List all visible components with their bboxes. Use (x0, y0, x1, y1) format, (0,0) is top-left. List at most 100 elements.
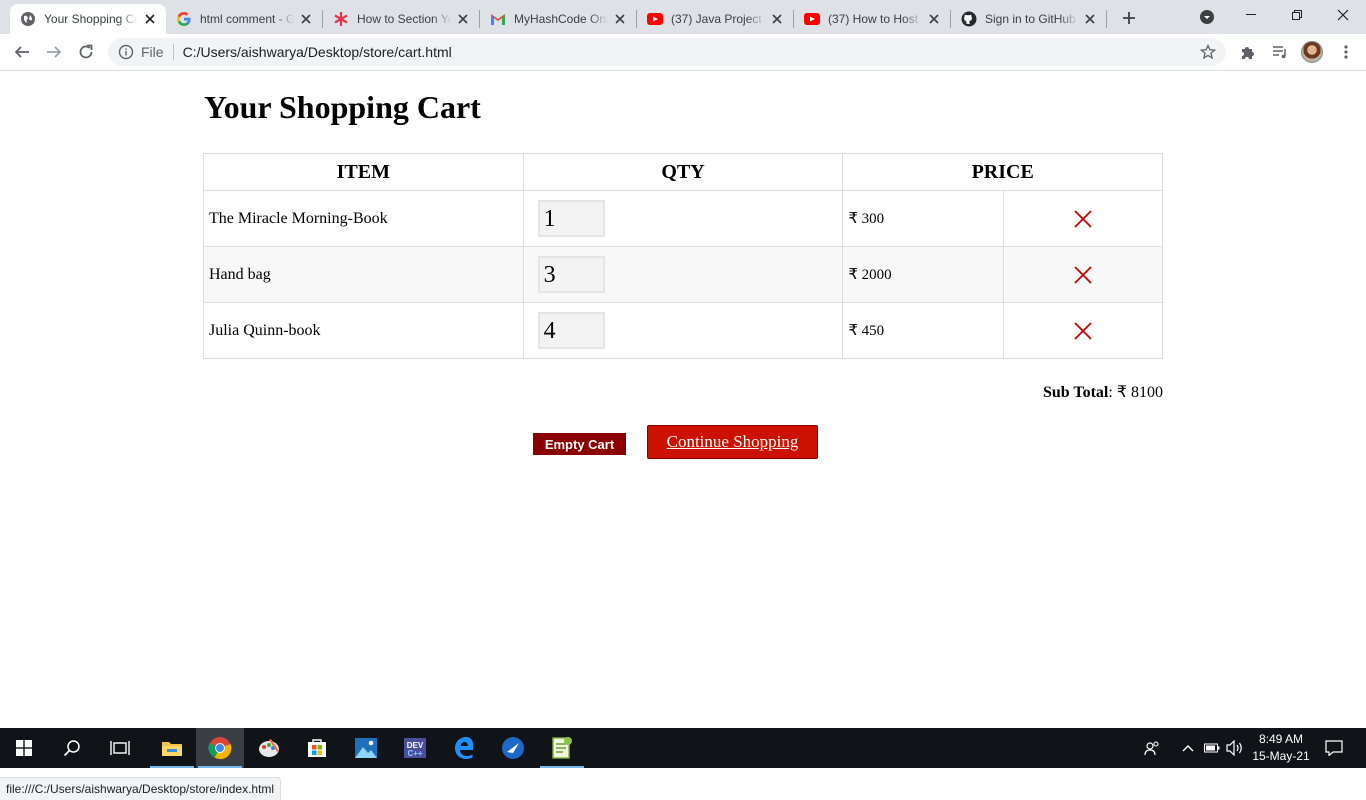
tab-search-icon (1200, 10, 1214, 24)
tab-close-icon[interactable] (455, 11, 471, 27)
tab-close-icon[interactable] (769, 11, 785, 27)
chrome-taskbar-button[interactable] (196, 728, 244, 768)
taskbar-clock[interactable]: 8:49 AM 15-May-21 (1248, 731, 1314, 765)
show-hidden-icons-button[interactable] (1178, 728, 1198, 768)
photos-taskbar-button[interactable] (342, 728, 390, 768)
chrome-menu-button[interactable] (1336, 42, 1356, 62)
forward-button[interactable] (40, 38, 68, 66)
extensions-button[interactable] (1238, 42, 1258, 62)
speaker-icon (1226, 740, 1242, 756)
tab-close-icon[interactable] (1082, 11, 1098, 27)
page-viewport: Your Shopping Cart ITEM QTY PRICE The Mi… (0, 71, 1366, 800)
store-taskbar-button[interactable] (293, 728, 341, 768)
remove-item-icon[interactable] (1073, 209, 1093, 229)
quantity-input[interactable]: 4 (537, 312, 605, 349)
restore-button[interactable] (1274, 0, 1320, 30)
item-name: Julia Quinn-book (203, 302, 524, 359)
table-row: The Miracle Morning-Book 1 ₹ 300 (203, 190, 1164, 247)
tab-close-icon[interactable] (926, 11, 942, 27)
taskbar-search-button[interactable] (48, 728, 96, 768)
bookmark-star-icon[interactable] (1200, 44, 1216, 60)
new-tab-button[interactable] (1117, 6, 1141, 30)
action-center-button[interactable] (1320, 728, 1348, 768)
devcpp-icon: DEVC++ (404, 738, 426, 758)
tab-title: How to Section Your HTML (357, 12, 451, 26)
youtube-icon (804, 11, 820, 27)
svg-text:C++: C++ (407, 749, 422, 758)
quantity-input[interactable]: 1 (537, 200, 605, 237)
empty-cart-button[interactable]: Empty Cart (533, 433, 626, 455)
playlist-icon (1273, 46, 1286, 59)
google-icon (176, 11, 192, 27)
tab-close-icon[interactable] (298, 11, 314, 27)
swift-taskbar-button[interactable] (489, 728, 537, 768)
tab-title: Your Shopping Cart (44, 12, 138, 26)
edge-taskbar-button[interactable] (440, 728, 488, 768)
tab-title: (37) How to Host Website (828, 12, 922, 26)
paint-taskbar-button[interactable] (245, 728, 293, 768)
notepad-plus-plus-taskbar-button[interactable] (538, 728, 586, 768)
task-view-icon (110, 741, 130, 755)
tab-github-signin[interactable]: Sign in to GitHub (951, 4, 1106, 34)
task-view-button[interactable] (96, 728, 144, 768)
clock-time: 8:49 AM (1258, 732, 1304, 746)
item-name: Hand bag (203, 246, 524, 303)
tab-your-shopping-cart[interactable]: Your Shopping Cart (10, 4, 166, 34)
back-button[interactable] (8, 38, 36, 66)
globe-icon (20, 11, 36, 27)
subtotal: Sub Total: ₹ 8100 (1043, 382, 1163, 402)
arrow-left-icon (14, 46, 29, 58)
battery-indicator[interactable] (1202, 728, 1222, 768)
tab-how-to-section[interactable]: How to Section Your HTML (323, 4, 479, 34)
tab-myhashcode[interactable]: MyHashCode Online (480, 4, 636, 34)
quantity-input[interactable]: 3 (537, 256, 605, 293)
omnibox-divider (172, 44, 174, 60)
tab-how-to-host[interactable]: (37) How to Host Website (794, 4, 950, 34)
remove-item-icon[interactable] (1073, 321, 1093, 341)
chrome-icon (208, 737, 232, 760)
url-text[interactable]: C:/Users/aishwarya/Desktop/store/cart.ht… (183, 44, 452, 60)
devcpp-taskbar-button[interactable]: DEV C++ (391, 728, 439, 768)
close-window-button[interactable] (1320, 0, 1366, 30)
swift-icon (502, 737, 524, 759)
plus-icon (1123, 12, 1135, 24)
arrow-right-icon (47, 46, 62, 58)
start-icon (16, 740, 32, 756)
remove-item-icon[interactable] (1073, 265, 1093, 285)
item-name: The Miracle Morning-Book (203, 190, 524, 247)
volume-button[interactable] (1224, 728, 1246, 768)
item-price: ₹ 300 (842, 190, 1004, 247)
scheme-label: File (141, 44, 164, 60)
start-button[interactable] (0, 728, 48, 768)
continue-shopping-button[interactable]: Continue Shopping (647, 425, 818, 459)
tab-search-button[interactable] (1196, 6, 1218, 28)
store-icon (308, 739, 326, 757)
profile-avatar[interactable] (1301, 41, 1323, 63)
clock-date: 15-May-21 (1252, 749, 1310, 763)
gmail-icon (490, 11, 506, 27)
puzzle-icon (1242, 47, 1254, 59)
asterisk-icon (333, 11, 349, 27)
notepad-plus-plus-icon (552, 737, 572, 759)
tab-java-project[interactable]: (37) Java Project Tutorial (637, 4, 793, 34)
file-explorer-button[interactable] (148, 728, 196, 768)
item-price: ₹ 2000 (842, 246, 1004, 303)
reload-button[interactable] (72, 38, 100, 66)
tab-title: Sign in to GitHub (985, 12, 1076, 26)
minimize-button[interactable] (1228, 0, 1274, 30)
table-row: Hand bag 3 ₹ 2000 (203, 246, 1164, 303)
tab-close-icon[interactable] (612, 11, 628, 27)
people-button[interactable] (1140, 728, 1164, 768)
item-price: ₹ 450 (842, 302, 1004, 359)
address-bar[interactable]: File C:/Users/aishwarya/Desktop/store/ca… (108, 38, 1226, 66)
file-explorer-icon (162, 742, 182, 756)
media-control-button[interactable] (1270, 42, 1290, 62)
header-qty: QTY (522, 153, 844, 191)
tab-html-comment[interactable]: html comment - Google Search (166, 4, 322, 34)
notification-icon (1325, 740, 1343, 756)
tab-strip: Your Shopping Cart html comment - Google… (0, 0, 1366, 34)
info-icon[interactable] (118, 44, 134, 60)
cart-table: ITEM QTY PRICE The Miracle Morning-Book … (203, 153, 1164, 359)
github-icon (961, 11, 977, 27)
tab-close-icon[interactable] (142, 11, 158, 27)
